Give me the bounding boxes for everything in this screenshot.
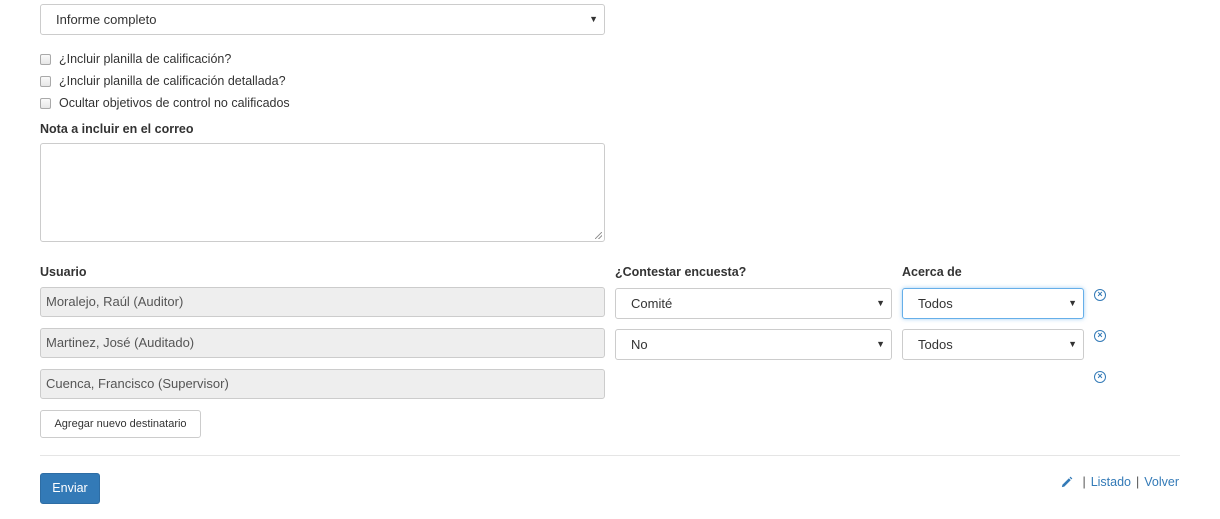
link-separator: | <box>1082 475 1086 489</box>
back-link[interactable]: Volver <box>1144 475 1179 489</box>
survey-value: No <box>631 337 648 352</box>
about-value: Todos <box>918 296 953 311</box>
report-type-select[interactable]: Informe completo ▼ <box>40 4 605 35</box>
note-label: Nota a incluir en el correo <box>40 122 194 136</box>
report-type-value: Informe completo <box>56 12 157 27</box>
header-survey: ¿Contestar encuesta? <box>615 265 747 279</box>
checkbox-box[interactable] <box>40 97 51 109</box>
note-textarea[interactable] <box>40 143 605 242</box>
caret-down-icon: ▼ <box>876 339 885 349</box>
remove-circle-icon[interactable]: × <box>1094 330 1106 342</box>
recipient-user-field: Martinez, José (Auditado) <box>40 328 605 358</box>
remove-circle-icon[interactable]: × <box>1094 289 1106 301</box>
checkbox-label: ¿Incluir planilla de calificación? <box>59 52 232 66</box>
checkbox-include-grading[interactable]: ¿Incluir planilla de calificación? <box>40 51 231 67</box>
divider <box>40 455 1180 456</box>
recipient-user-field: Moralejo, Raúl (Auditor) <box>40 287 605 317</box>
footer-links: | Listado | Volver <box>1060 473 1179 491</box>
about-select[interactable]: Todos ▼ <box>902 288 1084 319</box>
caret-down-icon: ▼ <box>589 14 598 24</box>
remove-circle-icon[interactable]: × <box>1094 371 1106 383</box>
checkbox-include-detailed-grading[interactable]: ¿Incluir planilla de calificación detall… <box>40 73 286 89</box>
about-value: Todos <box>918 337 953 352</box>
link-separator: | <box>1136 475 1140 489</box>
checkbox-box[interactable] <box>40 75 51 87</box>
recipient-user-field: Cuenca, Francisco (Supervisor) <box>40 369 605 399</box>
header-user: Usuario <box>40 265 87 279</box>
survey-select[interactable]: No ▼ <box>615 329 892 360</box>
submit-button[interactable]: Enviar <box>40 473 100 504</box>
header-about: Acerca de <box>902 265 962 279</box>
pencil-icon[interactable] <box>1060 476 1073 489</box>
resize-handle-icon[interactable] <box>595 232 602 239</box>
survey-select[interactable]: Comité ▼ <box>615 288 892 319</box>
caret-down-icon: ▼ <box>1068 298 1077 308</box>
caret-down-icon: ▼ <box>876 298 885 308</box>
checkbox-hide-ungraded[interactable]: Ocultar objetivos de control no califica… <box>40 95 290 111</box>
list-link[interactable]: Listado <box>1091 475 1131 489</box>
add-recipient-button[interactable]: Agregar nuevo destinatario <box>40 410 201 438</box>
checkbox-label: ¿Incluir planilla de calificación detall… <box>59 74 286 88</box>
survey-value: Comité <box>631 296 673 311</box>
checkbox-box[interactable] <box>40 53 51 65</box>
caret-down-icon: ▼ <box>1068 339 1077 349</box>
checkbox-label: Ocultar objetivos de control no califica… <box>59 96 290 110</box>
about-select[interactable]: Todos ▼ <box>902 329 1084 360</box>
